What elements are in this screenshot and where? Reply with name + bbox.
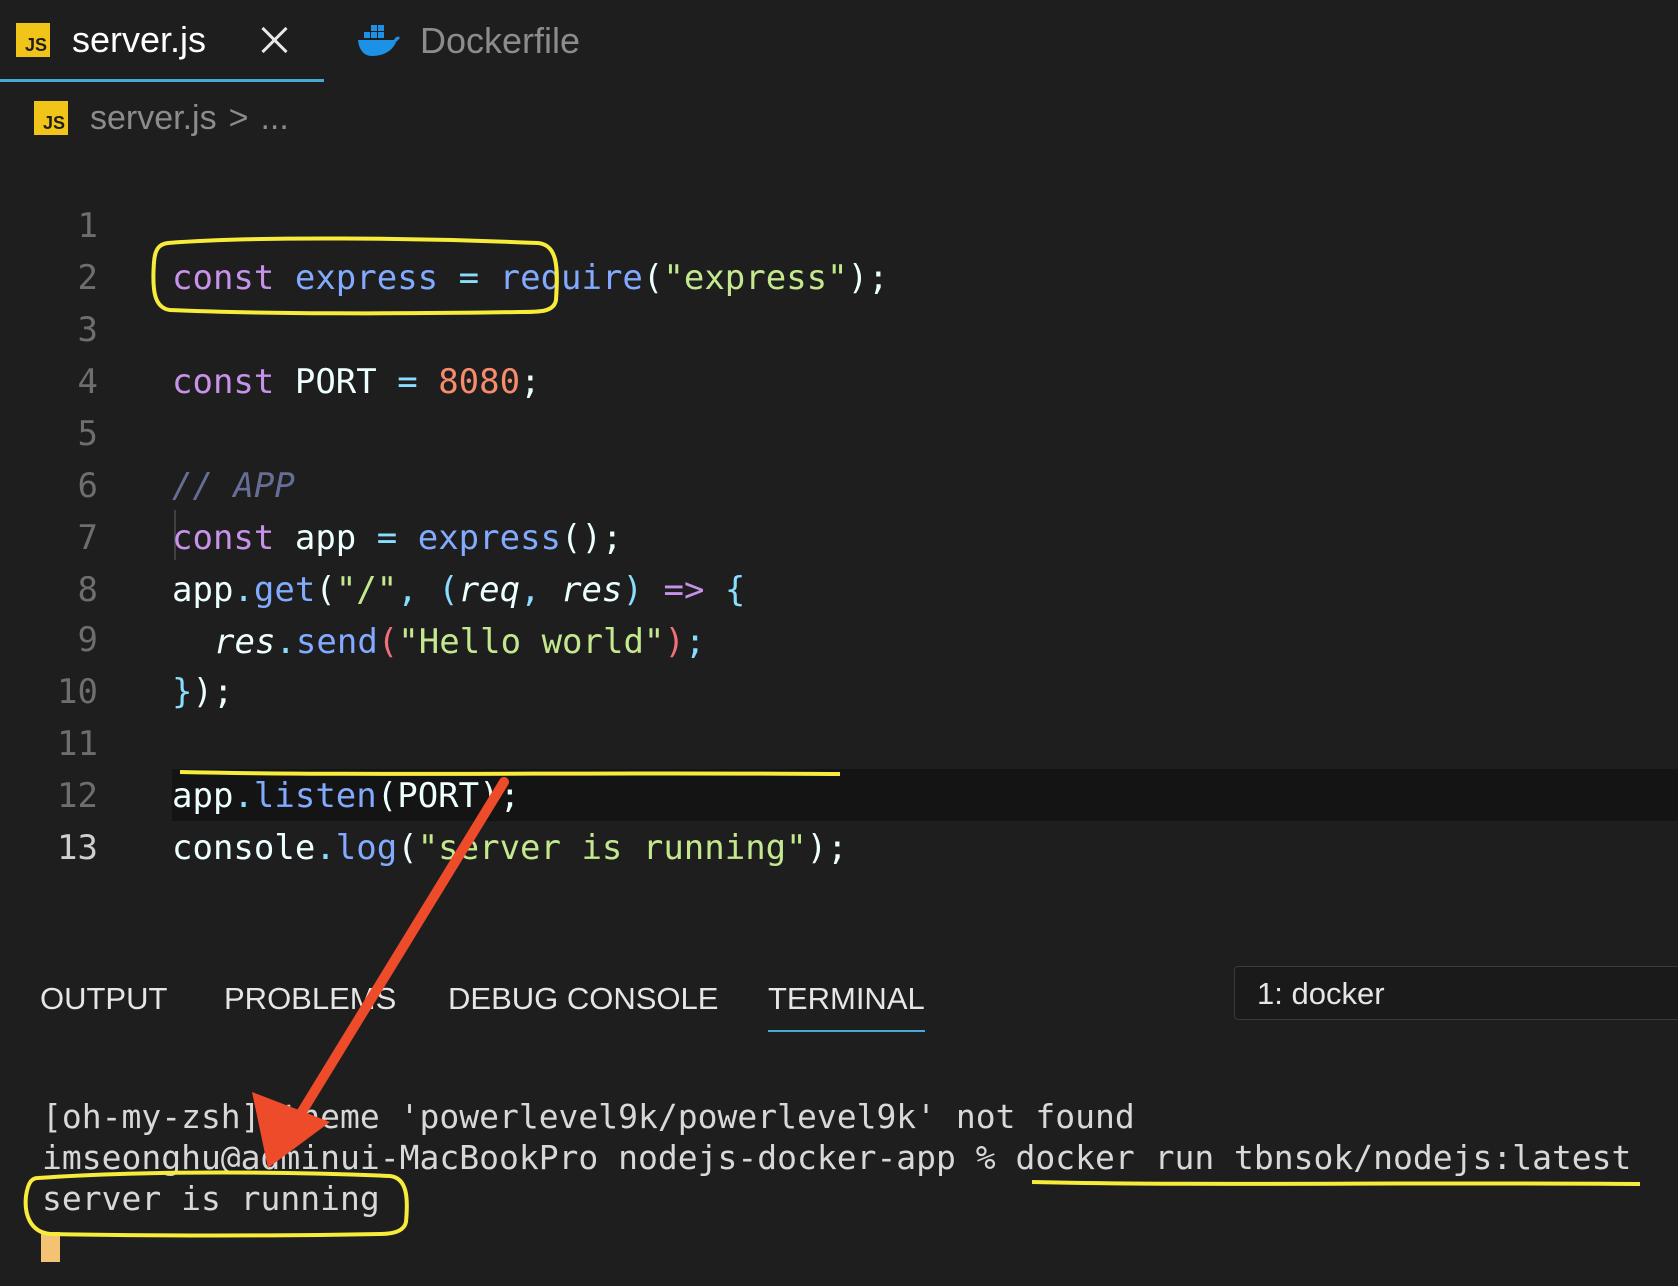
code-line: 2 [0,200,1678,298]
code-line: 12 console.log("server is running"); [0,718,1678,868]
code-line: 1 const express = require("express"); [0,148,1678,298]
code-line: 8 res.send("Hello world"); [0,512,1678,662]
code-line: 3 const PORT = 8080; [0,252,1678,402]
close-icon[interactable] [258,23,292,57]
tab-problems[interactable]: PROBLEMS [224,974,396,1030]
code-line: 11 app.listen(PORT); [0,666,1678,816]
token: ( [397,828,418,868]
token: ); [806,828,848,868]
tab-label: server.js [72,18,207,60]
terminal-line: imseonghu@adminui-MacBookPro nodejs-dock… [42,1138,1632,1177]
token: "server is running" [417,828,807,868]
terminal-line: server is running [42,1179,380,1218]
js-file-icon: JS [16,22,50,57]
terminal-cursor [41,1232,60,1262]
tab-server-js[interactable]: JS server.js [0,0,324,82]
code-line: 9 }); [0,562,1678,712]
terminal-selector-value: 1: docker [1257,976,1385,1011]
editor-tab-bar: JS server.js Dockerfile [0,0,1678,82]
line-number: 13 [57,828,98,868]
code-line: 4 [0,304,1678,402]
terminal-selector[interactable]: 1: docker [1234,966,1678,1020]
code-line: 10 [0,614,1678,712]
token: log [335,828,398,868]
token: . [315,828,336,868]
breadcrumb-more[interactable]: ... [260,99,288,138]
code-line: 13 [0,770,1678,868]
token: console [172,828,316,868]
tab-output[interactable]: OUTPUT [40,974,167,1030]
tab-debug-console[interactable]: DEBUG CONSOLE [448,974,718,1030]
code-line: 5 // APP [0,356,1678,506]
tab-label: Dockerfile [420,20,581,61]
code-line: 7 app.get("/", (req, res) => { [0,460,1678,610]
tab-terminal[interactable]: TERMINAL [768,974,925,1032]
js-file-icon: JS [34,101,68,135]
highlight-underline-docker [1031,1180,1641,1186]
code-line: 6 const app = express(); [0,408,1678,558]
terminal-line: [oh-my-zsh] theme 'powerlevel9k/powerlev… [42,1097,1135,1136]
breadcrumb-file[interactable]: server.js [90,99,217,138]
docker-whale-icon [358,25,400,56]
breadcrumb: JS server.js > ... [34,96,289,140]
tab-dockerfile[interactable]: Dockerfile [356,0,656,82]
chevron-right-icon: > [228,98,249,137]
